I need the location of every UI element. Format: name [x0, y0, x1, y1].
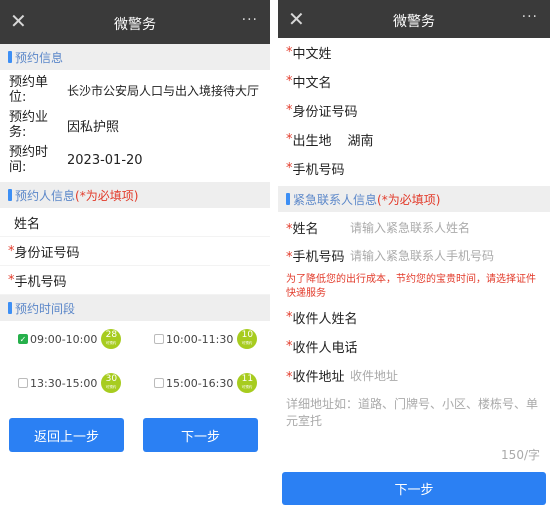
emergency-name-input[interactable]: 请输入紧急联系人姓名 — [350, 219, 470, 236]
booking-unit-label: 预约单位: — [9, 75, 49, 105]
required-note: (*为必填项) — [75, 188, 139, 203]
availability-badge: 10 可预约 — [237, 329, 258, 349]
name-field[interactable]: 姓名 — [0, 208, 270, 237]
slot-sub: 可预约 — [241, 384, 253, 389]
section-marker-icon — [8, 51, 12, 63]
more-icon[interactable]: ··· — [242, 12, 258, 28]
back-button[interactable]: 返回上一步 — [9, 418, 124, 452]
slot-count: 10 — [241, 330, 254, 340]
address-label: 收件地址 — [292, 370, 345, 385]
address-input[interactable]: 收件地址 — [350, 367, 398, 384]
next-button[interactable]: 下一步 — [143, 418, 258, 452]
delivery-notice: 为了降低您的出行成本，节约您的宝贵时间，请选择证件快递服务 — [286, 274, 536, 299]
checkbox-icon[interactable] — [154, 334, 164, 344]
time-slot[interactable]: 13:30-15:00 30 可预约 — [18, 373, 122, 393]
emergency-contact-section: 紧急联系人信息 (*为必填项) — [278, 186, 550, 212]
left-screen: ✕ 微警务 ··· 预约信息 预约单位: 长沙市公安局人口与出入境接待大厅 预约… — [0, 0, 270, 509]
id-number-label: 身份证号码 — [292, 105, 358, 120]
slot-count: 30 — [105, 374, 118, 384]
checkbox-icon[interactable] — [154, 378, 164, 388]
checkbox-checked-icon[interactable]: ✓ — [18, 334, 28, 344]
booking-unit-value: 长沙市公安局人口与出入境接待大厅 — [67, 83, 260, 98]
slot-time: 10:00-11:30 — [166, 332, 234, 346]
emergency-phone-input[interactable]: 请输入紧急联系人手机号码 — [350, 247, 494, 264]
section-title: 预约信息 — [15, 50, 64, 65]
phone-label: 手机号码 — [14, 274, 67, 290]
booking-info-section: 预约信息 — [0, 44, 270, 70]
emergency-phone-field[interactable]: *手机号码 请输入紧急联系人手机号码 — [278, 241, 550, 269]
section-marker-icon — [8, 302, 12, 314]
recipient-name-label: 收件人姓名 — [292, 312, 358, 327]
chinese-surname-label: 中文姓 — [292, 47, 332, 62]
detail-address-textarea[interactable]: 详细地址如：道路、门牌号、小区、楼栋号、单元室托 — [278, 390, 550, 442]
address-field[interactable]: *收件地址 收件地址 — [278, 361, 550, 390]
slot-time: 09:00-10:00 — [30, 332, 98, 346]
birthplace-label: 出生地 — [292, 134, 332, 149]
time-slot-section: 预约时间段 — [0, 295, 270, 321]
chinese-surname-field[interactable]: * 中文姓 — [278, 38, 550, 67]
birthplace-field[interactable]: * 出生地 湖南 — [278, 125, 550, 154]
chinese-name-field[interactable]: * 中文名 — [278, 67, 550, 96]
phone-field[interactable]: * 手机号码 — [278, 154, 550, 183]
section-title: 预约时间段 — [15, 301, 76, 316]
person-info-section: 预约人信息 (*为必填项) — [0, 182, 270, 208]
booking-time-row: 预约时间: 2023-01-20 — [0, 142, 270, 178]
availability-badge: 28 可预约 — [101, 329, 122, 349]
availability-badge: 11 可预约 — [237, 373, 258, 393]
right-screen: ✕ 微警务 ··· * 中文姓 * 中文名 * 身份证号码 * 出生地 湖南 *… — [278, 0, 550, 509]
page-title: 微警务 — [393, 14, 435, 30]
slot-sub: 可预约 — [241, 340, 253, 345]
time-slot[interactable]: ✓ 09:00-10:00 28 可预约 — [18, 329, 122, 349]
booking-business-label: 预约业务: — [9, 110, 49, 140]
slot-sub: 可预约 — [105, 340, 117, 345]
char-counter: 150/字 — [501, 448, 540, 462]
booking-business-value: 因私护照 — [67, 119, 120, 135]
id-number-field[interactable]: * 身份证号码 — [278, 96, 550, 125]
time-slot[interactable]: 15:00-16:30 11 可预约 — [154, 373, 258, 393]
phone-label: 手机号码 — [292, 163, 345, 178]
availability-badge: 30 可预约 — [101, 373, 122, 393]
slot-time: 13:30-15:00 — [30, 376, 98, 390]
recipient-phone-label: 收件人电话 — [292, 341, 358, 356]
emergency-phone-label: 手机号码 — [292, 249, 345, 265]
section-title: 预约人信息 — [15, 188, 76, 203]
top-bar: ✕ 微警务 ··· — [278, 0, 550, 38]
phone-field[interactable]: * 手机号码 — [0, 266, 270, 295]
slot-count: 28 — [105, 330, 118, 340]
more-icon[interactable]: ··· — [522, 9, 538, 25]
booking-unit-row: 预约单位: 长沙市公安局人口与出入境接待大厅 — [0, 72, 270, 108]
emergency-name-field[interactable]: *姓名 请输入紧急联系人姓名 — [278, 213, 550, 241]
slot-sub: 可预约 — [105, 384, 117, 389]
section-marker-icon — [8, 189, 12, 201]
slot-time: 15:00-16:30 — [166, 376, 234, 390]
name-label: 姓名 — [14, 216, 41, 232]
time-slot-grid: ✓ 09:00-10:00 28 可预约 10:00-11:30 10 可预约 … — [0, 321, 270, 415]
id-number-field[interactable]: * 身份证号码 — [0, 237, 270, 266]
next-button[interactable]: 下一步 — [282, 472, 546, 505]
page-title: 微警务 — [114, 17, 156, 33]
birthplace-value: 湖南 — [347, 134, 374, 149]
booking-time-value: 2023-01-20 — [67, 152, 143, 168]
booking-business-row: 预约业务: 因私护照 — [0, 108, 270, 142]
emergency-name-label: 姓名 — [292, 221, 319, 237]
top-bar: ✕ 微警务 ··· — [0, 0, 270, 44]
booking-time-label: 预约时间: — [9, 145, 49, 175]
recipient-phone-field[interactable]: * 收件人电话 — [278, 332, 550, 361]
checkbox-icon[interactable] — [18, 378, 28, 388]
time-slot[interactable]: 10:00-11:30 10 可预约 — [154, 329, 258, 349]
section-marker-icon — [286, 193, 290, 205]
slot-count: 11 — [241, 374, 254, 384]
chinese-name-label: 中文名 — [292, 76, 332, 91]
recipient-name-field[interactable]: * 收件人姓名 — [278, 303, 550, 332]
required-note: (*为必填项) — [377, 192, 441, 207]
section-title: 紧急联系人信息 — [293, 192, 378, 207]
id-number-label: 身份证号码 — [14, 245, 80, 261]
